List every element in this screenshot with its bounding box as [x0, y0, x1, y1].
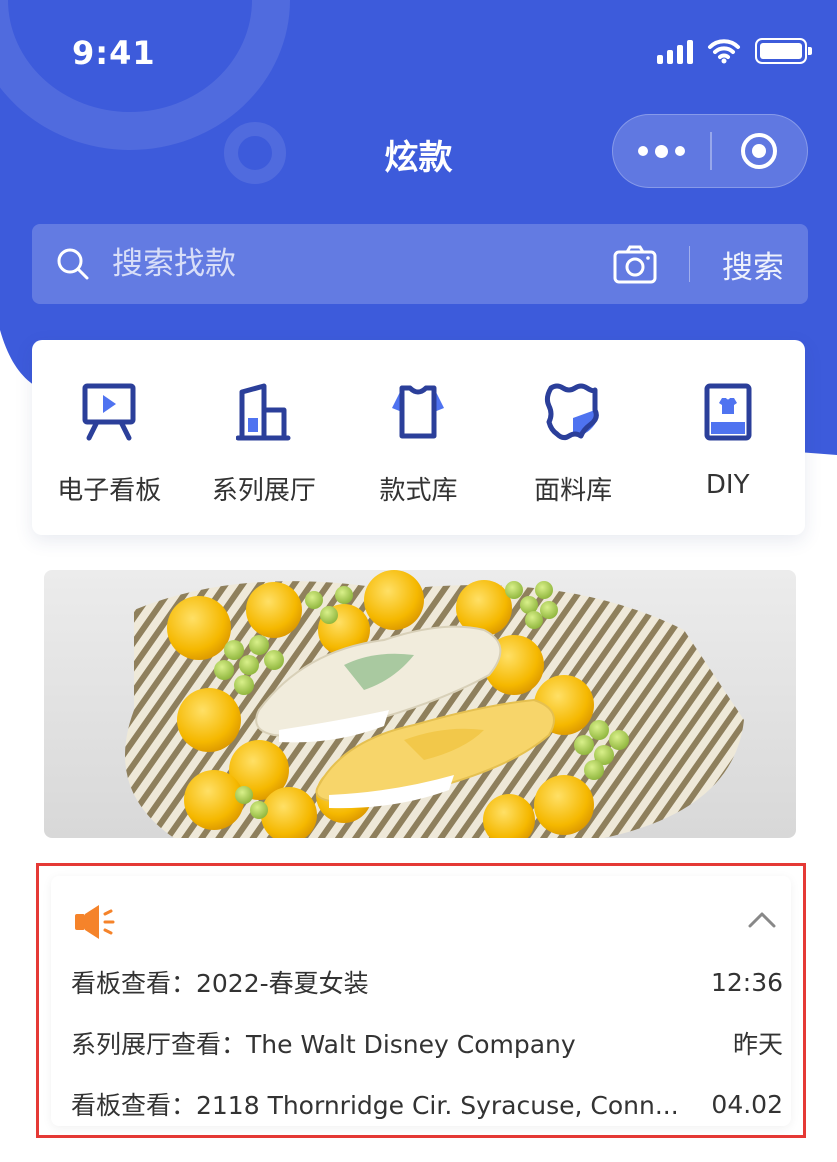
shortcut-dashboard[interactable]: 电子看板 [34, 380, 184, 507]
wifi-icon [708, 39, 740, 64]
status-icons [657, 38, 812, 64]
camera-icon[interactable] [613, 244, 657, 284]
presentation-board-icon [77, 380, 141, 444]
battery-icon [755, 38, 812, 64]
signal-icon [657, 38, 693, 64]
shortcut-label: 面料库 [534, 476, 613, 506]
shortcut-label: 系列展厅 [211, 476, 316, 506]
search-divider [688, 246, 690, 282]
shortcut-label: 电子看板 [57, 476, 162, 506]
notice-text: 看板查看：2118 Thornridge Cir. Syracuse, Conn… [71, 1091, 679, 1120]
shortcut-label: 款式库 [379, 476, 458, 506]
shirt-icon [386, 380, 450, 444]
notice-time: 昨天 [732, 1030, 783, 1059]
notice-panel-highlight: 看板查看：2022-春夏女装 12:36 系列展厅查看：The Walt Dis… [36, 863, 806, 1138]
mini-program-capsule [612, 114, 808, 188]
notice-item[interactable]: 看板查看：2118 Thornridge Cir. Syracuse, Conn… [71, 1084, 783, 1124]
notice-header [73, 902, 781, 942]
shortcut-diy[interactable]: DIY [653, 380, 803, 500]
notice-time: 12:36 [710, 967, 783, 997]
notice-item[interactable]: 看板查看：2022-春夏女装 12:36 [71, 962, 783, 1002]
more-options-icon[interactable] [613, 115, 710, 187]
sneakers-illustration [125, 570, 744, 838]
notice-item[interactable]: 系列展厅查看：The Walt Disney Company 昨天 [71, 1023, 783, 1063]
shortcut-fabric-library[interactable]: 面料库 [498, 380, 648, 507]
close-target-icon[interactable] [712, 115, 807, 187]
search-button[interactable]: 搜索 [722, 242, 784, 287]
speaker-icon [75, 905, 115, 939]
status-time: 9:41 [72, 34, 156, 72]
notice-time: 04.02 [711, 1089, 783, 1119]
banner-image[interactable] [44, 570, 796, 838]
search-bar: 搜索 [32, 224, 808, 304]
fabric-icon [541, 380, 605, 444]
search-input[interactable] [112, 246, 613, 282]
shortcut-style-library[interactable]: 款式库 [343, 380, 493, 507]
status-bar: 9:41 [0, 0, 837, 110]
notice-card: 看板查看：2022-春夏女装 12:36 系列展厅查看：The Walt Dis… [51, 876, 791, 1126]
shortcut-showroom[interactable]: 系列展厅 [189, 380, 339, 507]
shortcut-card: 电子看板 系列展厅 款式库 面料库 DIY [32, 340, 805, 535]
shortcut-label: DIY [705, 470, 750, 500]
search-icon [57, 248, 89, 280]
notice-text: 看板查看：2022-春夏女装 [71, 969, 369, 998]
notice-text: 系列展厅查看：The Walt Disney Company [71, 1030, 576, 1059]
buildings-icon [232, 380, 296, 444]
tablet-shirt-icon [696, 380, 760, 444]
chevron-up-icon[interactable] [747, 910, 777, 930]
